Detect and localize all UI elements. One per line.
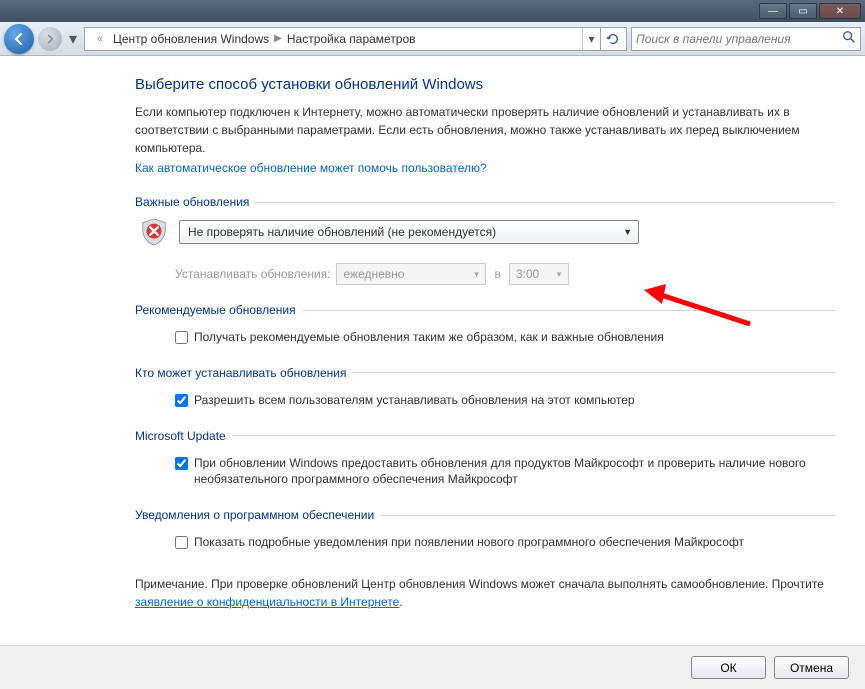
intro-text: Если компьютер подключен к Интернету, мо… — [135, 103, 835, 157]
location-back-icon: « — [91, 30, 109, 48]
checkbox-label: Показать подробные уведомления при появл… — [194, 534, 744, 551]
schedule-time-select: 3:00▼ — [509, 263, 569, 285]
minimize-button[interactable]: — — [759, 3, 787, 19]
breadcrumb: Центр обновления Windows ▶ Настройка пар… — [113, 32, 582, 46]
control-panel-window: — ▭ ✕ ▾ « Центр обновления Windows ▶ Нас… — [0, 0, 865, 689]
checkbox-label: При обновлении Windows предоставить обно… — [194, 455, 835, 489]
recommended-checkbox[interactable] — [175, 331, 188, 344]
address-bar[interactable]: « Центр обновления Windows ▶ Настройка п… — [84, 27, 627, 51]
refresh-button[interactable] — [600, 28, 624, 50]
checkbox-label: Получать рекомендуемые обновления таким … — [194, 329, 664, 346]
search-icon[interactable] — [842, 30, 856, 47]
forward-button — [38, 27, 62, 51]
shield-alert-icon — [139, 217, 169, 247]
breadcrumb-separator-icon: ▶ — [271, 33, 285, 44]
recommended-checkbox-row[interactable]: Получать рекомендуемые обновления таким … — [175, 327, 835, 348]
schedule-row: Устанавливать обновления: ежедневно▼ в 3… — [175, 263, 835, 285]
privacy-link[interactable]: заявление о конфиденциальности в Интерне… — [135, 595, 399, 609]
help-link[interactable]: Как автоматическое обновление может помо… — [135, 161, 487, 175]
dropdown-selected-label: Не проверять наличие обновлений (не реко… — [188, 225, 496, 239]
address-dropdown[interactable]: ▾ — [582, 28, 600, 50]
search-box[interactable] — [631, 27, 861, 51]
schedule-day-select: ежедневно▼ — [336, 263, 486, 285]
cancel-button[interactable]: Отмена — [774, 656, 849, 679]
arrow-right-icon — [44, 33, 56, 45]
at-label: в — [494, 267, 500, 281]
search-input[interactable] — [636, 32, 842, 46]
checkbox-label: Разрешить всем пользователям устанавлива… — [194, 392, 635, 409]
update-mode-dropdown[interactable]: Не проверять наличие обновлений (не реко… — [179, 220, 639, 244]
ok-button[interactable]: ОК — [691, 656, 766, 679]
group-legend: Рекомендуемые обновления — [135, 303, 835, 321]
schedule-label: Устанавливать обновления: — [175, 267, 330, 281]
page-heading: Выберите способ установки обновлений Win… — [135, 76, 835, 93]
history-dropdown[interactable]: ▾ — [66, 29, 80, 49]
msupdate-checkbox-row[interactable]: При обновлении Windows предоставить обно… — [175, 453, 835, 491]
maximize-button[interactable]: ▭ — [789, 3, 817, 19]
close-button[interactable]: ✕ — [819, 3, 861, 19]
breadcrumb-item[interactable]: Центр обновления Windows — [113, 32, 269, 46]
breadcrumb-item[interactable]: Настройка параметров — [287, 32, 416, 46]
group-legend: Microsoft Update — [135, 429, 835, 447]
group-software-notifications: Уведомления о программном обеспечении По… — [135, 508, 835, 559]
msupdate-checkbox[interactable] — [175, 457, 188, 470]
notify-checkbox-row[interactable]: Показать подробные уведомления при появл… — [175, 532, 835, 553]
group-legend: Уведомления о программном обеспечении — [135, 508, 835, 526]
group-recommended-updates: Рекомендуемые обновления Получать рекоме… — [135, 303, 835, 354]
content-area: Выберите способ установки обновлений Win… — [0, 56, 865, 645]
group-important-updates: Важные обновления Не проверять наличие о… — [135, 195, 835, 291]
group-legend: Кто может устанавливать обновления — [135, 366, 835, 384]
notify-checkbox[interactable] — [175, 536, 188, 549]
chevron-down-icon: ▼ — [623, 227, 632, 237]
chevron-down-icon: ▼ — [473, 270, 481, 279]
allow-users-checkbox[interactable] — [175, 394, 188, 407]
refresh-icon — [606, 32, 620, 46]
group-microsoft-update: Microsoft Update При обновлении Windows … — [135, 429, 835, 497]
navigation-bar: ▾ « Центр обновления Windows ▶ Настройка… — [0, 22, 865, 56]
footer-note: Примечание. При проверке обновлений Цент… — [135, 575, 835, 611]
group-legend: Важные обновления — [135, 195, 835, 213]
back-button[interactable] — [4, 24, 34, 54]
arrow-left-icon — [11, 31, 27, 47]
dialog-footer: ОК Отмена — [0, 645, 865, 689]
allow-users-checkbox-row[interactable]: Разрешить всем пользователям устанавлива… — [175, 390, 835, 411]
titlebar: — ▭ ✕ — [0, 0, 865, 22]
group-who-can-install: Кто может устанавливать обновления Разре… — [135, 366, 835, 417]
chevron-down-icon: ▼ — [555, 270, 563, 279]
